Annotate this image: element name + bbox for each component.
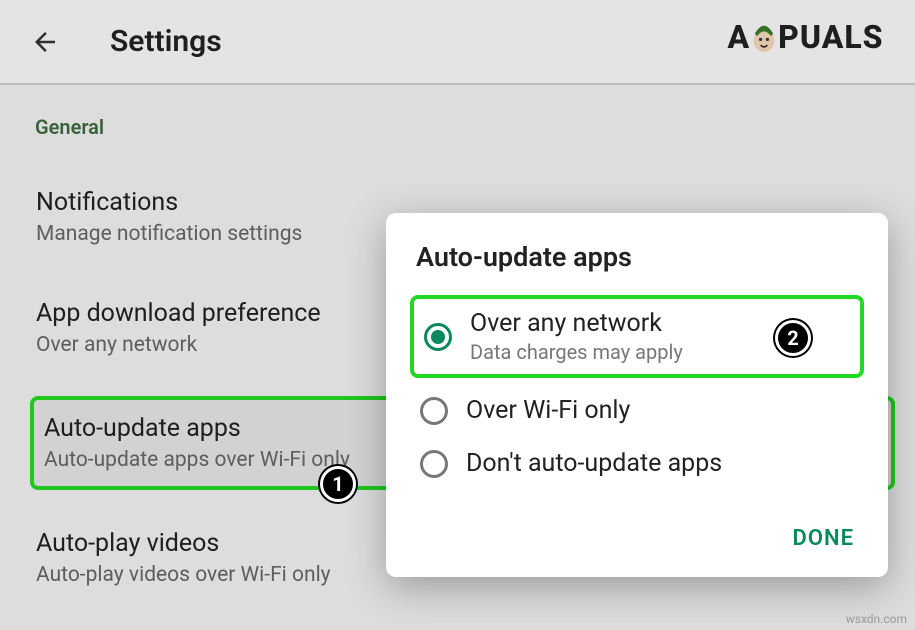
app-header: Settings A PUALS bbox=[0, 0, 915, 85]
radio-icon bbox=[420, 397, 448, 425]
dialog-title: Auto-update apps bbox=[416, 241, 864, 273]
section-header-general: General bbox=[35, 115, 895, 139]
radio-sublabel: Data charges may apply bbox=[470, 340, 683, 364]
watermark: wsxdn.com bbox=[846, 612, 907, 626]
done-button[interactable]: DONE bbox=[783, 520, 864, 557]
annotation-badge-1: 1 bbox=[320, 466, 356, 502]
radio-icon bbox=[424, 323, 452, 351]
dialog-actions: DONE bbox=[410, 520, 864, 557]
brand-logo: A PUALS bbox=[708, 12, 903, 62]
radio-dont-auto-update[interactable]: Don't auto-update apps bbox=[410, 437, 864, 490]
back-arrow-icon[interactable] bbox=[25, 22, 65, 62]
page-title: Settings bbox=[110, 24, 222, 59]
radio-icon bbox=[420, 450, 448, 478]
annotation-badge-2: 2 bbox=[775, 320, 811, 356]
radio-label: Don't auto-update apps bbox=[466, 449, 722, 478]
logo-letter-a: A bbox=[727, 18, 750, 56]
radio-over-wifi-only[interactable]: Over Wi-Fi only bbox=[410, 384, 864, 437]
radio-label: Over any network bbox=[470, 309, 683, 338]
radio-label: Over Wi-Fi only bbox=[466, 396, 630, 425]
logo-text-rest: PUALS bbox=[778, 18, 883, 56]
auto-update-dialog: Auto-update apps Over any network Data c… bbox=[386, 213, 888, 577]
